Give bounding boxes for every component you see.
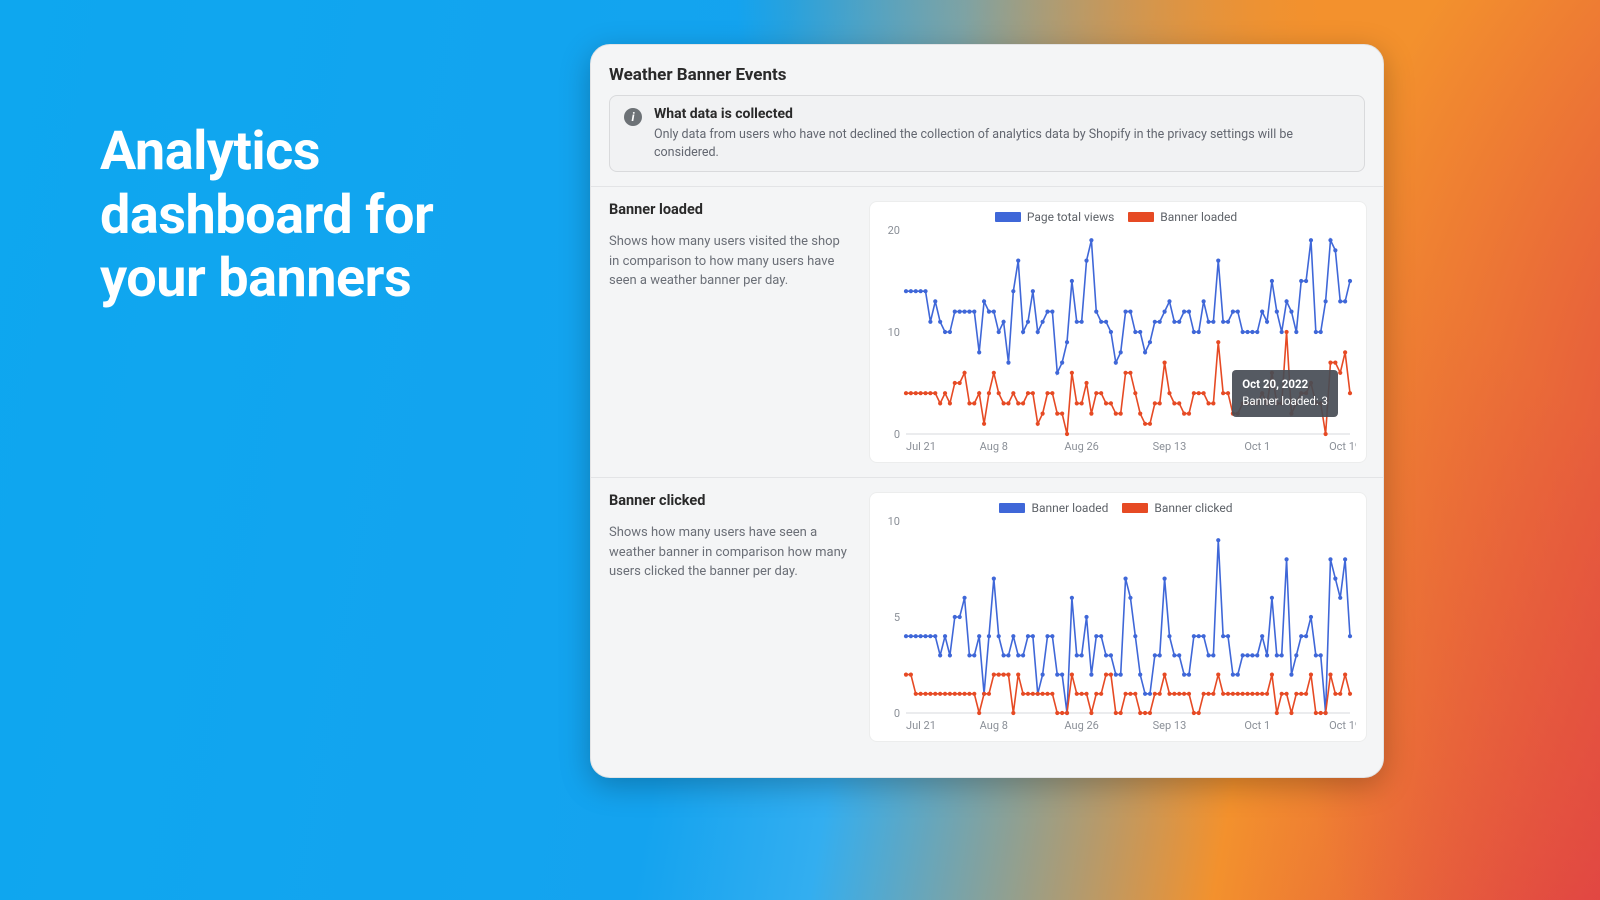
section-banner-clicked: Banner clicked Shows how many users have… <box>609 492 1365 742</box>
svg-text:Oct 19: Oct 19 <box>1329 719 1356 732</box>
svg-text:10: 10 <box>888 326 900 339</box>
svg-text:Sep 13: Sep 13 <box>1153 440 1187 453</box>
svg-text:0: 0 <box>894 428 900 441</box>
divider <box>591 477 1383 478</box>
svg-text:5: 5 <box>894 611 900 624</box>
legend-label: Page total views <box>1027 210 1114 224</box>
page-headline: Analytics dashboard for your banners <box>100 120 520 311</box>
section-banner-loaded: Banner loaded Shows how many users visit… <box>609 201 1365 463</box>
legend-label: Banner loaded <box>1031 501 1108 515</box>
chart-legend: Page total views Banner loaded <box>876 210 1356 224</box>
svg-text:0: 0 <box>894 707 900 720</box>
info-box: i What data is collected Only data from … <box>609 95 1365 172</box>
chart-banner-loaded[interactable]: Page total views Banner loaded 0 10 20 Jul … <box>869 201 1367 463</box>
section-desc: Shows how many users have seen a weather… <box>609 523 853 582</box>
section-title: Banner loaded <box>609 201 853 218</box>
svg-text:Aug 8: Aug 8 <box>980 440 1008 453</box>
legend-swatch-blue <box>999 503 1025 513</box>
chart-banner-clicked[interactable]: Banner loaded Banner clicked 0 5 10 Jul 21 A… <box>869 492 1367 742</box>
svg-text:Aug 8: Aug 8 <box>980 719 1008 732</box>
svg-text:Jul 21: Jul 21 <box>906 440 936 453</box>
legend-swatch-blue <box>995 212 1021 222</box>
svg-text:10: 10 <box>888 517 900 528</box>
section-desc: Shows how many users visited the shop in… <box>609 232 853 291</box>
legend-swatch-orange <box>1122 503 1148 513</box>
svg-text:Sep 13: Sep 13 <box>1153 719 1187 732</box>
svg-text:Jul 21: Jul 21 <box>906 719 936 732</box>
chart-svg: 0 5 10 Jul 21 Aug 8 Aug 26 Sep 13 Oct 1 Oct 19 <box>876 517 1356 735</box>
info-icon: i <box>624 108 642 126</box>
svg-text:Oct 1: Oct 1 <box>1244 440 1270 453</box>
section-title: Banner clicked <box>609 492 853 509</box>
svg-text:Oct 1: Oct 1 <box>1244 719 1270 732</box>
legend-swatch-orange <box>1128 212 1154 222</box>
chart-svg: 0 10 20 Jul 21 Aug 8 Aug 26 Sep 13 Oct 1 Oct 19 <box>876 226 1356 456</box>
card-title: Weather Banner Events <box>609 65 1365 85</box>
svg-text:20: 20 <box>888 226 900 237</box>
svg-text:Aug 26: Aug 26 <box>1064 440 1098 453</box>
divider <box>591 186 1383 187</box>
info-title: What data is collected <box>654 106 1350 122</box>
legend-label: Banner loaded <box>1160 210 1237 224</box>
analytics-card: Weather Banner Events i What data is col… <box>590 44 1384 778</box>
legend-label: Banner clicked <box>1154 501 1232 515</box>
svg-text:Aug 26: Aug 26 <box>1064 719 1098 732</box>
svg-text:Oct 19: Oct 19 <box>1329 440 1356 453</box>
info-body: Only data from users who have not declin… <box>654 126 1350 161</box>
chart-legend: Banner loaded Banner clicked <box>876 501 1356 515</box>
